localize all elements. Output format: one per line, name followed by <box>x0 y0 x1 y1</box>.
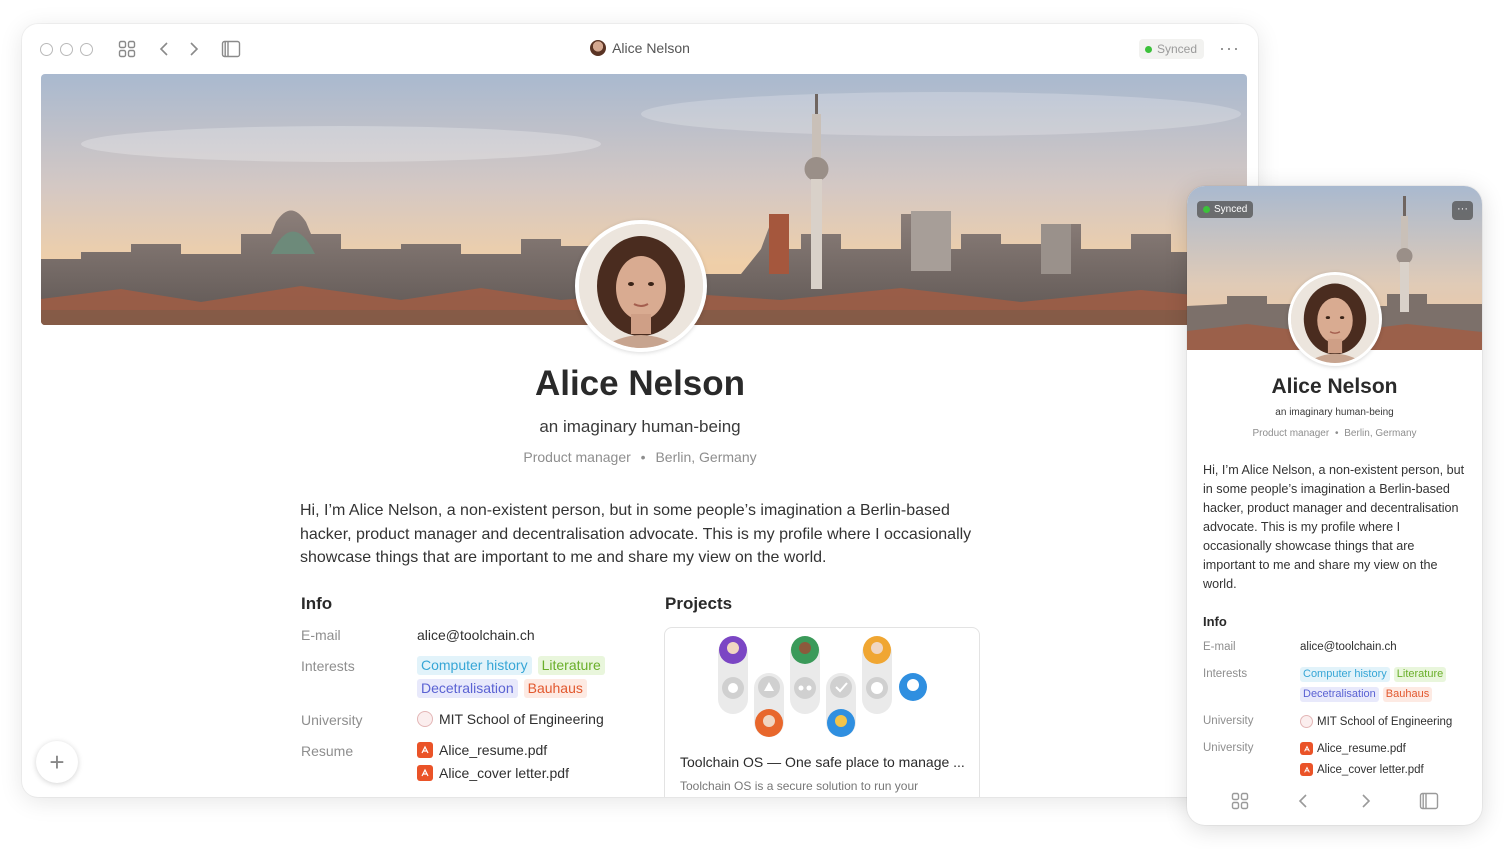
mobile-university-label: University <box>1203 715 1254 727</box>
mobile-info-heading: Info <box>1203 614 1227 629</box>
sync-dot-icon <box>1203 206 1210 213</box>
university-seal-icon <box>1300 715 1313 728</box>
mobile-profile-tagline: an imaginary human-being <box>1275 407 1394 418</box>
resume-file[interactable]: Alice_resume.pdf <box>417 742 547 758</box>
profile-avatar <box>575 220 707 352</box>
resume-label: Resume <box>301 743 354 759</box>
project-illustration <box>718 636 927 737</box>
sync-status-text: Synced <box>1156 42 1197 56</box>
desktop-window: Alice Nelson Synced ··· Alice Nelson an … <box>22 24 1258 797</box>
mobile-tag-literature[interactable]: Literature <box>1393 667 1447 682</box>
mobile-profile-location: Berlin, Germany <box>1344 428 1417 439</box>
project-title: Toolchain OS — One safe place to manage … <box>680 754 965 770</box>
profile-meta: Product manager • Berlin, Germany <box>22 449 1258 465</box>
interests-row-2: Decetralisation Bauhaus <box>417 679 587 698</box>
mobile-email-value[interactable]: alice@toolchain.ch <box>1300 641 1397 653</box>
mobile-tag-decentralisation[interactable]: Decetralisation <box>1300 687 1379 702</box>
resume-file-name: Alice_resume.pdf <box>439 742 548 758</box>
interests-label: Interests <box>301 658 355 674</box>
projects-heading: Projects <box>665 594 733 613</box>
mobile-profile-bio: Hi, I’m Alice Nelson, a non-existent per… <box>1203 463 1465 591</box>
interests-row-1: Computer history Literature <box>417 656 605 675</box>
mobile-email-label: E-mail <box>1203 641 1236 653</box>
mobile-sync-status-badge: Synced <box>1197 201 1254 218</box>
mobile-interests-label: Interests <box>1203 668 1248 680</box>
profile-name: Alice Nelson <box>534 364 746 403</box>
pdf-icon <box>417 765 433 781</box>
mobile-back-arrow-icon[interactable] <box>1292 790 1314 812</box>
mobile-interests-row-2: Decetralisation Bauhaus <box>1300 687 1433 702</box>
window-title-text: Alice Nelson <box>612 40 690 56</box>
tag-computer-history[interactable]: Computer history <box>417 656 532 675</box>
mobile-more-options-icon[interactable]: ··· <box>1452 201 1473 220</box>
pdf-icon <box>1300 763 1313 776</box>
mobile-sidebar-toggle-icon[interactable] <box>1418 790 1440 812</box>
mobile-cover-letter-file[interactable]: Alice_cover letter.pdf <box>1300 763 1424 776</box>
add-button[interactable]: + <box>36 741 78 783</box>
more-options-icon[interactable]: ··· <box>1219 38 1240 59</box>
mobile-resume-file-name: Alice_resume.pdf <box>1317 742 1406 755</box>
info-heading: Info <box>301 594 333 613</box>
mobile-forward-arrow-icon[interactable] <box>1355 790 1377 812</box>
mobile-university-value[interactable]: MIT School of Engineering <box>1300 715 1452 728</box>
mobile-profile-meta: Product manager • Berlin, Germany <box>1187 428 1482 439</box>
mobile-profile-role: Product manager <box>1252 428 1330 439</box>
mobile-tag-bauhaus[interactable]: Bauhaus <box>1382 687 1433 702</box>
university-text: MIT School of Engineering <box>439 711 604 727</box>
tag-bauhaus[interactable]: Bauhaus <box>523 679 587 698</box>
project-card[interactable]: Toolchain OS — One safe place to manage … <box>664 627 980 797</box>
cover-letter-file-name: Alice_cover letter.pdf <box>439 765 569 781</box>
mobile-interests-row-1: Computer history Literature <box>1300 667 1447 682</box>
mobile-profile-name: Alice Nelson <box>1271 375 1398 398</box>
mobile-resume-file[interactable]: Alice_resume.pdf <box>1300 742 1406 755</box>
window-title: Alice Nelson <box>22 40 1258 56</box>
tag-decentralisation[interactable]: Decetralisation <box>417 679 518 698</box>
mobile-cover-letter-file-name: Alice_cover letter.pdf <box>1317 763 1424 776</box>
email-label: E-mail <box>301 627 341 643</box>
title-bar: Alice Nelson Synced ··· <box>22 24 1258 74</box>
project-description: Toolchain OS is a secure solution to run… <box>680 779 919 793</box>
mobile-meta-separator: • <box>1334 428 1339 439</box>
mobile-window: Synced ··· Alice Nelson an imaginary hum… <box>1187 186 1482 825</box>
email-value[interactable]: alice@toolchain.ch <box>417 627 535 643</box>
avatar-small <box>590 40 607 56</box>
profile-bio: Hi, I’m Alice Nelson, a non-existent per… <box>300 502 972 566</box>
pdf-icon <box>417 742 433 758</box>
sync-dot-icon <box>1144 45 1152 53</box>
mobile-sync-text: Synced <box>1214 204 1248 215</box>
university-label: University <box>301 712 363 728</box>
mobile-profile-avatar <box>1288 272 1382 366</box>
pdf-icon <box>1300 742 1313 755</box>
profile-tagline: an imaginary human-being <box>539 417 741 436</box>
profile-location: Berlin, Germany <box>655 449 757 465</box>
mobile-university-text: MIT School of Engineering <box>1317 715 1453 728</box>
profile-role: Product manager <box>523 449 631 465</box>
mobile-tag-computer-history[interactable]: Computer history <box>1300 667 1390 682</box>
mobile-resume-label: University <box>1203 742 1254 754</box>
tag-literature[interactable]: Literature <box>537 656 605 675</box>
meta-separator: • <box>640 449 646 465</box>
cover-letter-file[interactable]: Alice_cover letter.pdf <box>417 765 569 781</box>
university-seal-icon <box>417 711 433 727</box>
mobile-grid-icon[interactable] <box>1229 790 1251 812</box>
university-value[interactable]: MIT School of Engineering <box>417 711 604 727</box>
sync-status-badge: Synced <box>1138 39 1204 59</box>
